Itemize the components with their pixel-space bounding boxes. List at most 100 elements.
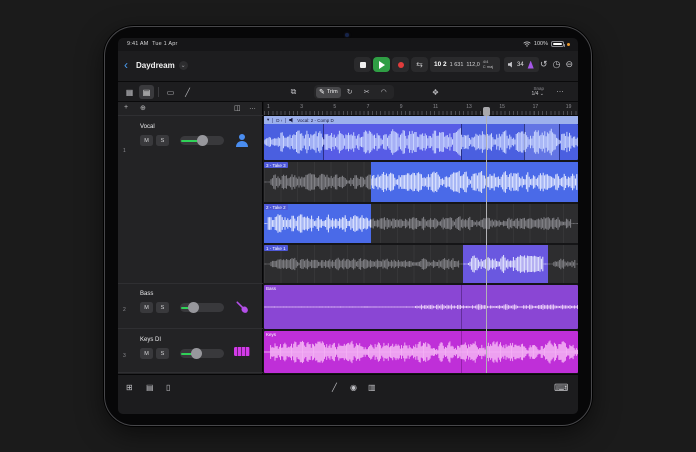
region-inspector-icon[interactable]: ▭ [163, 85, 178, 99]
playhead[interactable] [483, 107, 490, 373]
volume-slider[interactable] [180, 348, 224, 359]
history-icon[interactable]: ◷ [553, 58, 561, 70]
keyboard-instrument-icon [234, 347, 250, 356]
keys-region[interactable]: Keys [264, 331, 578, 373]
vocal-comp-waveform [264, 124, 578, 160]
lcd-display[interactable]: 10 2 1 631 112,0 4/4 C maj [430, 57, 500, 72]
onscreen-keyboard-icon[interactable]: ⌨ [554, 383, 568, 394]
more-options-icon[interactable]: … [556, 85, 564, 94]
take3-selected-segment[interactable] [371, 162, 578, 202]
fader-strip-icon[interactable]: ▯ [166, 383, 170, 392]
header-columns-icon[interactable]: ◫ [234, 104, 241, 112]
project-title: Daydream [136, 61, 175, 70]
vocal-comp-region[interactable] [264, 124, 578, 160]
track-options-icon[interactable]: ⊕ [140, 104, 146, 112]
stamp-tool-icon[interactable]: ❖ [428, 85, 443, 99]
ruler-bar-number: 3 [300, 104, 303, 110]
bar-ruler[interactable]: 1 3 5 7 9 11 13 15 17 19 [264, 102, 578, 116]
take-folder-meta: D › [276, 117, 283, 123]
track-header-bass[interactable]: 2 Bass M S [118, 285, 263, 329]
lcd-tempo: 112,0 [466, 61, 480, 68]
take-lane-2[interactable]: 2 - Take 2 [264, 204, 578, 243]
volume-slider[interactable] [180, 135, 224, 146]
metronome-icon[interactable] [527, 60, 534, 69]
ruler-bar-number: 7 [366, 104, 370, 110]
mute-button[interactable]: M [140, 302, 153, 313]
snap-control[interactable]: Snap 1/4 ⌄ [531, 86, 544, 97]
volume-slider[interactable] [180, 302, 224, 313]
front-camera [345, 33, 349, 37]
arrange-area: + ⊕ ◫ … 1 Vocal M S 2 Bass M S 3 Keys DI… [118, 102, 578, 374]
cycle-icon: ⇆ [416, 60, 423, 69]
back-button[interactable]: ‹ [124, 58, 128, 72]
take-badge: 3 - Take 3 [264, 162, 288, 168]
take-lane-1[interactable]: 1 - Take 1 [264, 245, 578, 283]
trim-tool[interactable]: ✎ Trim [316, 86, 341, 98]
solo-button[interactable]: S [156, 135, 169, 146]
track-number: 3 [123, 353, 126, 359]
fade-tool[interactable]: ◠ [376, 87, 392, 98]
browser-view-icon[interactable]: ▦ [122, 85, 137, 99]
record-icon [397, 61, 404, 68]
lcd-position-sub: 1 631 [449, 61, 464, 68]
mute-button[interactable]: M [140, 348, 153, 359]
play-button[interactable] [373, 57, 390, 72]
monitor-pill[interactable]: 34 [504, 57, 539, 72]
ruler-bar-number: 13 [466, 104, 472, 110]
region-label: Keys [266, 332, 277, 337]
tracks-view-icon[interactable]: ▤ [139, 85, 154, 99]
bass-region[interactable]: Bass [264, 285, 578, 329]
track-header-toolbar: + ⊕ ◫ … [118, 102, 263, 116]
track-number: 1 [123, 148, 126, 154]
track-header-vocal[interactable]: 1 Vocal M S [118, 116, 263, 284]
ruler-bar-number: 15 [499, 104, 505, 110]
tool-group: ✎ Trim ↻ ✂ ◠ [314, 85, 394, 99]
editor-pencil-icon[interactable]: ╱ [332, 383, 337, 392]
track-name: Keys DI [140, 337, 162, 343]
region-label: Bass [266, 286, 277, 291]
settings-icon[interactable]: ⊖ [565, 58, 573, 70]
take-lane-3[interactable]: 3 - Take 3 [264, 162, 578, 202]
piano-editor-icon[interactable]: ▥ [368, 383, 376, 392]
clock-text: 9:41 AM [127, 41, 149, 47]
track-name: Vocal [140, 124, 155, 130]
project-menu-chevron-icon[interactable]: ⌄ [178, 61, 188, 70]
bass-guitar-icon [236, 301, 248, 313]
plugin-knob-icon[interactable]: ◉ [350, 383, 357, 392]
split-tool[interactable]: ✂ [359, 87, 375, 98]
stop-icon [359, 61, 366, 68]
copy-tool-icon[interactable]: ⧉ [286, 85, 301, 99]
loops-browser-icon[interactable]: ⊞ [126, 383, 133, 392]
mute-button[interactable]: M [140, 135, 153, 146]
take1-selected-segment[interactable] [463, 245, 548, 283]
loop-tool[interactable]: ↻ [342, 87, 358, 98]
timeline-area: 1 3 5 7 9 11 13 15 17 19 ▾ D › Vocal: 2 - Comp D [264, 102, 578, 374]
cycle-button[interactable]: ⇆ [411, 57, 428, 72]
title-bar: ‹ Daydream ⌄ ⇆ 10 2 1 631 112,0 4/4 C ma… [118, 51, 578, 82]
solo-button[interactable]: S [156, 302, 169, 313]
vocalist-icon [236, 134, 248, 147]
ruler-bar-number: 17 [532, 104, 539, 110]
take-folder-header[interactable]: ▾ D › Vocal: 2 - Comp D [264, 116, 578, 124]
playhead-handle[interactable] [483, 107, 490, 116]
automation-icon[interactable]: ╱ [180, 85, 195, 99]
track-name: Bass [140, 291, 154, 297]
monitor-level: 34 [517, 61, 524, 68]
ruler-bar-number: 5 [333, 104, 337, 110]
record-button[interactable] [392, 57, 409, 72]
status-bar: 9:41 AM Tue 1 Apr 100% [118, 38, 578, 51]
ruler-bar-number: 1 [267, 104, 270, 110]
undo-icon[interactable]: ↺ [540, 58, 548, 70]
solo-button[interactable]: S [156, 348, 169, 359]
header-more-icon[interactable]: … [249, 104, 256, 111]
snap-chevron-icon: ⌄ [539, 90, 544, 97]
take-speaker-icon [289, 117, 293, 123]
status-time-date: 9:41 AM Tue 1 Apr [127, 41, 178, 47]
stop-button[interactable] [354, 57, 371, 72]
battery-icon [551, 41, 565, 47]
lcd-position: 10 2 [434, 61, 447, 68]
add-track-button[interactable]: + [124, 104, 128, 111]
mixer-icon[interactable]: ▤ [146, 383, 154, 392]
disclosure-icon[interactable]: ▾ [267, 117, 269, 123]
track-header-keys[interactable]: 3 Keys DI M S [118, 331, 263, 373]
